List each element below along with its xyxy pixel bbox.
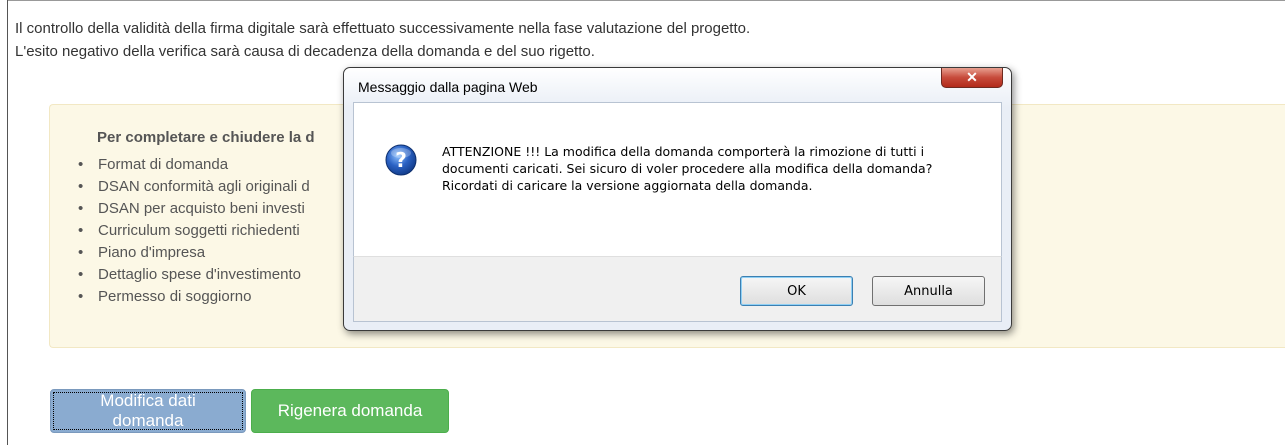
cancel-button[interactable]: Annulla: [872, 276, 985, 306]
close-icon: ✕: [966, 69, 978, 85]
list-item: DSAN conformità agli originali d: [78, 176, 310, 198]
close-button[interactable]: ✕: [941, 68, 1003, 88]
dialog-message: ATTENZIONE !!! La modifica della domanda…: [442, 144, 933, 193]
svg-text:?: ?: [395, 148, 407, 172]
intro-line-2: L'esito negativo della verifica sarà cau…: [15, 43, 595, 60]
dialog-title: Messaggio dalla pagina Web: [358, 79, 538, 95]
list-item: Piano d'impresa: [78, 242, 310, 264]
list-item: Format di domanda: [78, 154, 310, 176]
list-item: Dettaglio spese d'investimento: [78, 264, 310, 286]
documents-list: Format di domanda DSAN conformità agli o…: [78, 154, 310, 308]
intro-text: Il controllo della validità della firma …: [15, 17, 750, 63]
note-title: Per completare e chiudere la d: [97, 129, 315, 146]
dialog-footer: OK Annulla: [353, 256, 1002, 322]
list-item: DSAN per acquisto beni investi: [78, 198, 310, 220]
question-icon: ?: [385, 144, 417, 176]
modifica-dati-domanda-button[interactable]: Modifica dati domanda: [50, 389, 246, 433]
dialog-content: ? ATTENZIONE !!! La modifica della doman…: [353, 102, 1002, 256]
list-item: Permesso di soggiorno: [78, 286, 310, 308]
confirm-dialog: Messaggio dalla pagina Web ✕ ? ATTENZION…: [343, 67, 1012, 331]
rigenera-domanda-button[interactable]: Rigenera domanda: [251, 389, 449, 433]
list-item: Curriculum soggetti richiedenti: [78, 220, 310, 242]
ok-button[interactable]: OK: [740, 276, 853, 306]
intro-line-1: Il controllo della validità della firma …: [15, 20, 751, 37]
